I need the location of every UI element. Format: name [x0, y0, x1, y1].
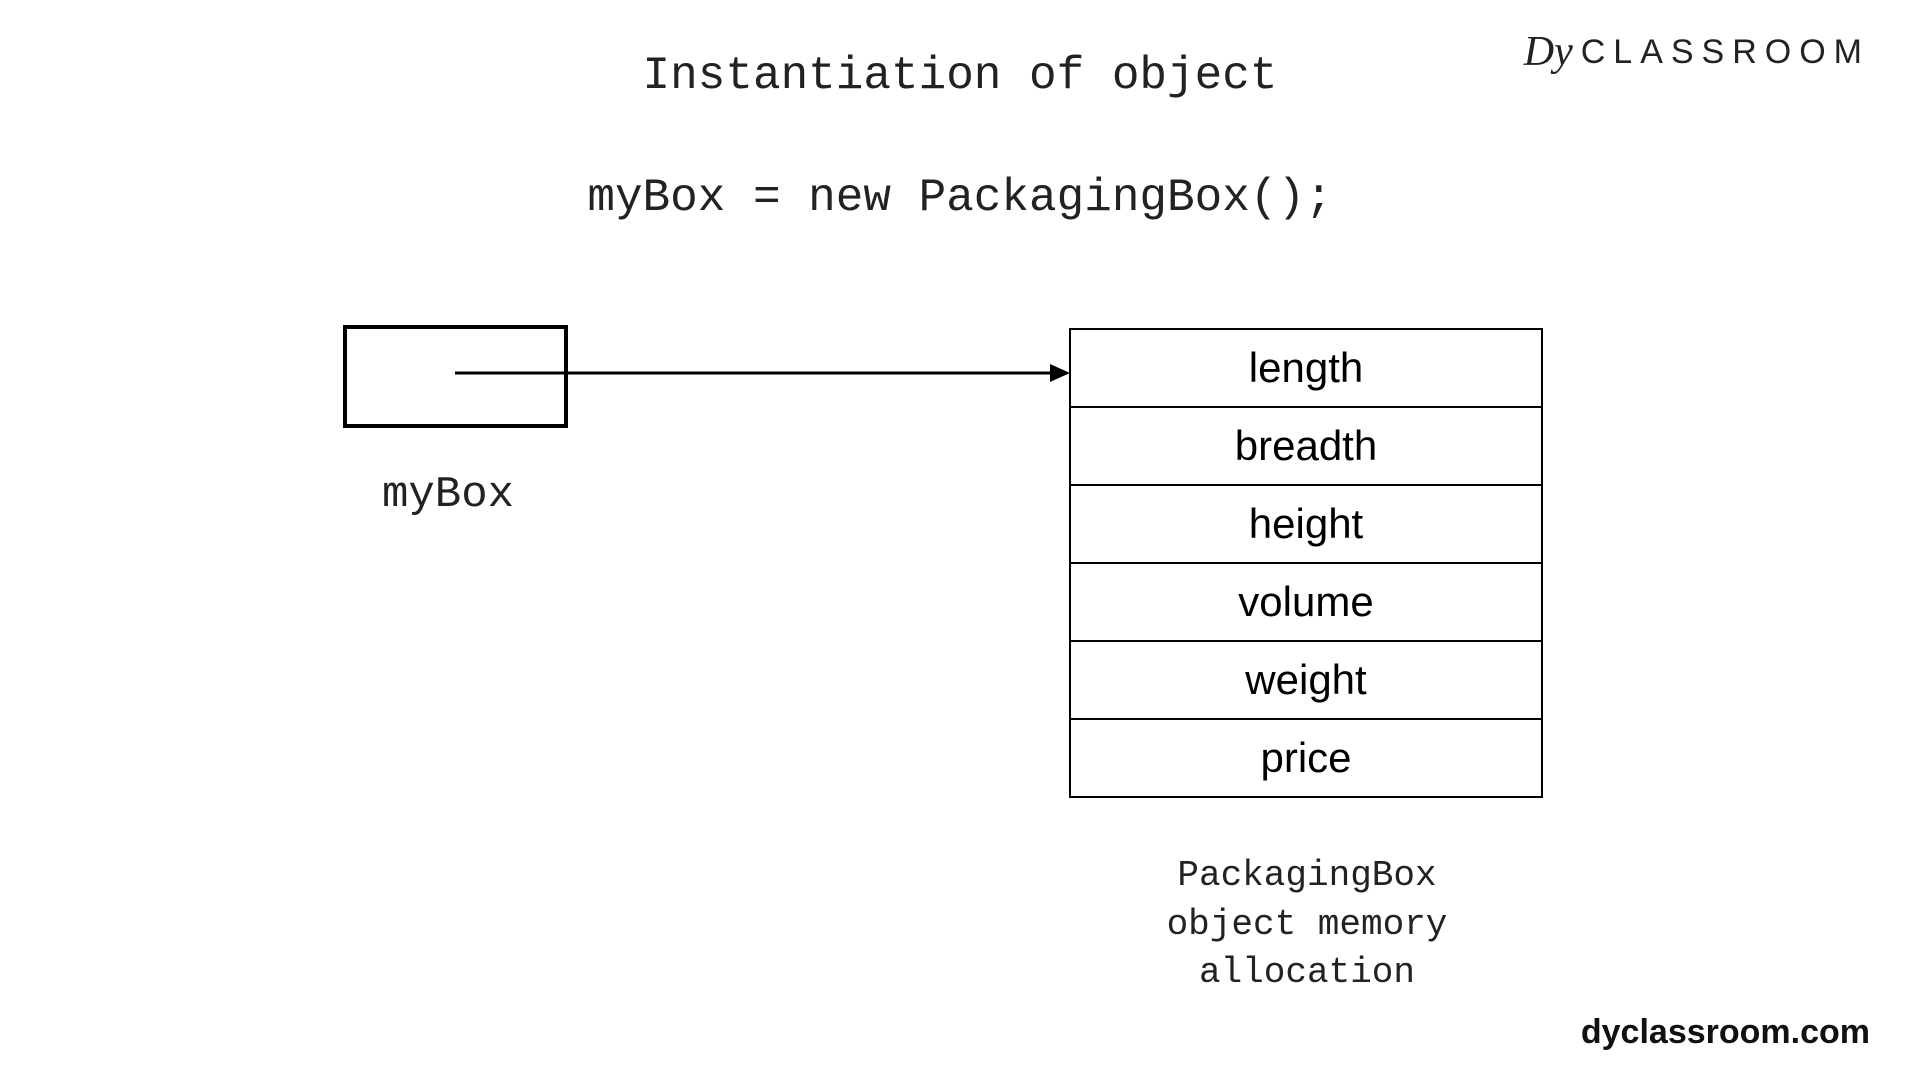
logo-script: Dy [1524, 28, 1573, 76]
logo-word: CLASSROOM [1581, 33, 1870, 72]
brand-logo: Dy CLASSROOM [1524, 28, 1870, 76]
field-row: breadth [1071, 408, 1541, 486]
field-row: weight [1071, 642, 1541, 720]
instantiation-code: myBox = new PackagingBox(); [587, 172, 1332, 224]
object-memory-table: length breadth height volume weight pric… [1069, 328, 1543, 798]
field-row: height [1071, 486, 1541, 564]
diagram-title: Instantiation of object [643, 50, 1278, 102]
pointer-arrow [455, 358, 1070, 388]
field-row: volume [1071, 564, 1541, 642]
field-row: price [1071, 720, 1541, 796]
reference-variable-label: myBox [382, 470, 514, 520]
footer-link: dyclassroom.com [1581, 1013, 1870, 1052]
field-row: length [1071, 330, 1541, 408]
object-caption: PackagingBox object memory allocation [1102, 852, 1512, 998]
